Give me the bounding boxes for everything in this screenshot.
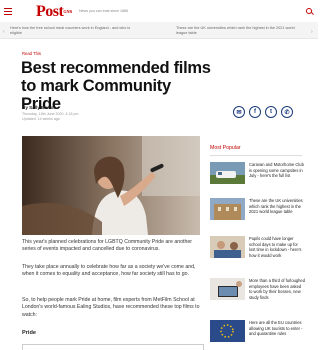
divider (210, 155, 302, 156)
most-popular-link[interactable]: More than a third of furloughed employee… (249, 278, 305, 300)
site-tagline: News you can trust since 1886 (79, 9, 128, 13)
most-popular-link[interactable]: Caravan and Motorhome Club is opening so… (249, 162, 305, 179)
article-category[interactable]: Read This (22, 51, 41, 56)
article-thumbnail[interactable] (210, 278, 245, 300)
news-ticker: ‹ Here's how the free school meal vouche… (0, 22, 318, 39)
most-popular-item[interactable]: Pupils could have longer school days to … (210, 236, 305, 266)
search-icon[interactable] (306, 8, 312, 14)
whatsapp-icon[interactable]: ✆ (281, 106, 293, 118)
article-date: Thursday, 18th June 2020, 4:18 pm Update… (22, 112, 79, 121)
most-popular-link[interactable]: These are the UK universities which rank… (249, 198, 305, 215)
most-popular-item[interactable]: More than a third of furloughed employee… (210, 278, 305, 308)
article-thumbnail[interactable] (210, 236, 245, 258)
email-icon[interactable]: ✉ (233, 106, 245, 118)
article-paragraph: They take place annually to celebrate ho… (22, 264, 196, 278)
chevron-right-icon[interactable]: › (311, 29, 313, 35)
article-paragraph: So, to help people mark Pride at home, f… (22, 297, 200, 318)
site-logo[interactable]: PostGNR (36, 4, 72, 20)
most-popular-item[interactable]: These are the UK universities which rank… (210, 198, 305, 228)
ticker-item[interactable]: These are the UK universities which rank… (176, 26, 301, 36)
article-author: By Sally Burton (22, 105, 57, 110)
most-popular-link[interactable]: Pupils could have longer school days to … (249, 236, 305, 258)
article-paragraph: This year's planned celebrations for LGB… (22, 239, 192, 253)
most-popular-title: Most Popular (210, 145, 241, 151)
menu-icon[interactable] (4, 8, 12, 17)
article-subheading: Pride (22, 330, 36, 336)
site-header: PostGNR News you can trust since 1886 (0, 0, 318, 22)
twitter-icon[interactable]: t (265, 106, 277, 118)
most-popular-item[interactable]: Here are all the EU countries allowing U… (210, 320, 305, 350)
most-popular-item[interactable]: Caravan and Motorhome Club is opening so… (210, 162, 305, 192)
ticker-item[interactable]: Here's how the free school meal vouchers… (10, 26, 135, 36)
embedded-content-box (22, 344, 204, 350)
article-thumbnail[interactable] (210, 198, 245, 220)
most-popular-link[interactable]: Here are all the EU countries allowing U… (249, 320, 305, 337)
facebook-icon[interactable]: f (249, 106, 261, 118)
article-hero-image (22, 136, 200, 235)
share-bar: ✉ f t ✆ (233, 106, 293, 118)
article-thumbnail[interactable] (210, 320, 245, 342)
article-thumbnail[interactable] (210, 162, 245, 184)
chevron-left-icon[interactable]: ‹ (3, 29, 5, 35)
